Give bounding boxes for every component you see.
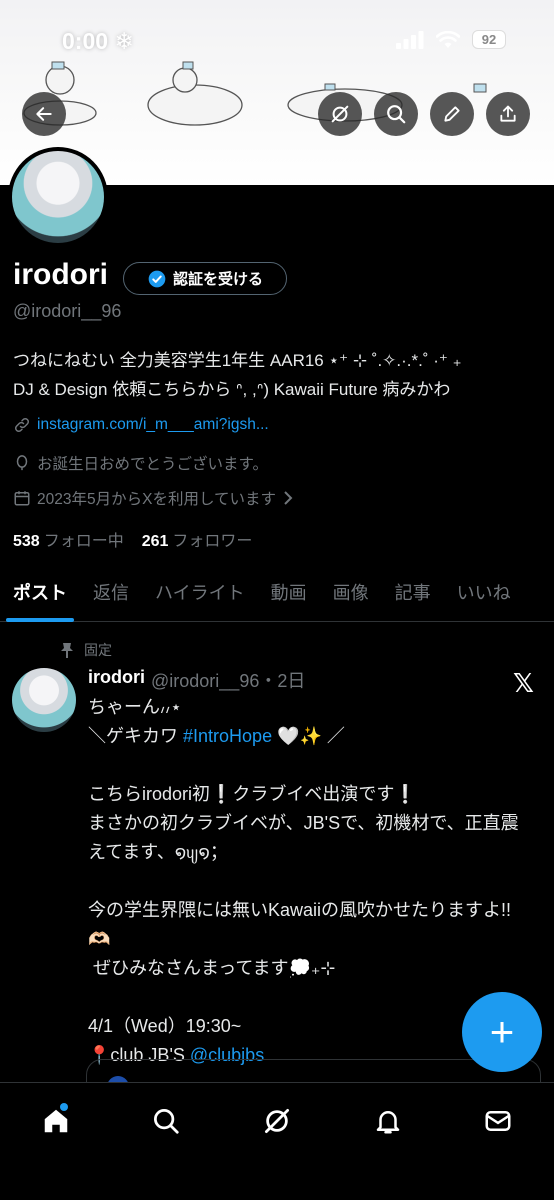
battery-indicator: 92 xyxy=(472,30,506,49)
pinned-indicator: 固定 xyxy=(60,640,112,660)
following-stat[interactable]: 538 フォロー中 xyxy=(13,527,124,551)
post-author-name[interactable]: irodori xyxy=(88,667,145,693)
share-icon xyxy=(500,105,516,122)
tab-replies[interactable]: 返信 xyxy=(80,562,142,622)
signal-icon xyxy=(396,30,424,49)
hashtag-link[interactable]: #IntroHope xyxy=(183,726,272,746)
tab-posts[interactable]: ポスト xyxy=(0,562,80,622)
post-paragraph-2: こちらirodori初❕クラブイベ出演です❕ まさかの初クラブイベが、JB'Sで… xyxy=(88,784,519,862)
share-button[interactable] xyxy=(486,92,530,136)
chevron-right-icon xyxy=(284,491,293,505)
status-indicators: 92 xyxy=(396,30,506,49)
post-line-1: ちゃーん៸៸⋆ xyxy=(88,697,182,717)
search-icon xyxy=(154,1109,179,1134)
search-button[interactable] xyxy=(374,92,418,136)
status-bar: 0:00 ❄ 92 xyxy=(0,0,554,60)
profile-link[interactable]: instagram.com/i_m___ami?igsh... xyxy=(37,416,269,434)
back-button[interactable] xyxy=(22,92,66,136)
home-notification-dot xyxy=(60,1103,68,1111)
verified-badge-icon xyxy=(148,270,166,287)
mail-icon xyxy=(485,1111,511,1131)
snowman-doodle-2 xyxy=(147,61,243,126)
tab-articles[interactable]: 記事 xyxy=(382,562,444,622)
tab-highlights[interactable]: ハイライト xyxy=(142,562,258,622)
calendar-icon xyxy=(14,491,30,506)
pencil-icon xyxy=(444,106,460,122)
profile-tabs: ポスト 返信 ハイライト 動画 画像 記事 いいね xyxy=(0,562,554,622)
status-time: 0:00 ❄ xyxy=(62,28,134,54)
compose-post-button[interactable]: + xyxy=(462,992,542,1072)
post-header: irodori @irodori__96・2日 xyxy=(88,667,305,693)
edit-button[interactable] xyxy=(430,92,474,136)
post-paragraph-3: 今の学生界隈には無いKawaiiの風吹かせたりますよ!!🫶🏻 ぜひみなさんまって… xyxy=(88,900,512,978)
nav-home[interactable] xyxy=(34,1099,78,1143)
joined-text: 2023年5月からXを利用しています xyxy=(37,491,276,508)
profile-avatar[interactable] xyxy=(8,147,108,247)
profile-bio: つねにねむい 全力美容学生1年生 AAR16 ⋆⁺ ⊹ ˚.✧.·.*.˚ ·⁺… xyxy=(13,346,548,404)
wifi-icon xyxy=(436,30,460,48)
balloon-icon xyxy=(16,455,28,471)
bottom-navigation xyxy=(0,1082,554,1200)
birthday-text: お誕生日おめでとうございます。 xyxy=(37,456,268,473)
bio-line-2: DJ & Design 依頼こちらから ᐢ, ,ᐢ) Kawaii Future… xyxy=(13,380,451,399)
tab-videos[interactable]: 動画 xyxy=(258,562,320,622)
back-arrow-icon xyxy=(36,107,52,121)
post-line-2: ＼ゲキカワ #IntroHope 🤍✨ ／ xyxy=(88,726,345,746)
follow-stats: 538 フォロー中 261 フォロワー xyxy=(13,527,252,551)
grok-icon xyxy=(265,1109,289,1133)
bell-icon xyxy=(376,1111,400,1134)
profile-link-row[interactable]: instagram.com/i_m___ami?igsh... xyxy=(13,416,269,434)
link-icon xyxy=(14,417,30,433)
post-author-handle: @irodori__96・2日 xyxy=(151,671,306,691)
search-icon xyxy=(387,105,406,124)
post-body[interactable]: ちゃーん៸៸⋆ ＼ゲキカワ #IntroHope 🤍✨ ／ こちらirodori… xyxy=(88,693,528,1070)
home-icon xyxy=(44,1109,68,1133)
tab-images[interactable]: 画像 xyxy=(320,562,382,622)
nav-search[interactable] xyxy=(144,1099,188,1143)
profile-name: irodori xyxy=(13,258,108,291)
followers-stat[interactable]: 261 フォロワー xyxy=(142,527,253,551)
tab-likes[interactable]: いいね xyxy=(444,562,524,622)
get-verified-button[interactable]: 認証を受ける xyxy=(123,262,287,295)
grok-icon xyxy=(331,105,349,123)
profile-handle: @irodori__96 xyxy=(13,301,122,321)
nav-grok[interactable] xyxy=(255,1099,299,1143)
pin-icon xyxy=(61,643,73,658)
plus-icon: + xyxy=(489,1008,515,1055)
grok-button[interactable] xyxy=(318,92,362,136)
birthday-row: お誕生日おめでとうございます。 xyxy=(13,452,268,474)
nav-notifications[interactable] xyxy=(366,1099,410,1143)
joined-row[interactable]: 2023年5月からXを利用しています xyxy=(13,487,294,509)
get-verified-label: 認証を受ける xyxy=(172,271,263,288)
nav-messages[interactable] xyxy=(476,1099,520,1143)
post-avatar[interactable] xyxy=(12,668,76,732)
bio-line-1: つねにねむい 全力美容学生1年生 AAR16 ⋆⁺ ⊹ ˚.✧.·.*.˚ ·⁺… xyxy=(13,351,462,370)
